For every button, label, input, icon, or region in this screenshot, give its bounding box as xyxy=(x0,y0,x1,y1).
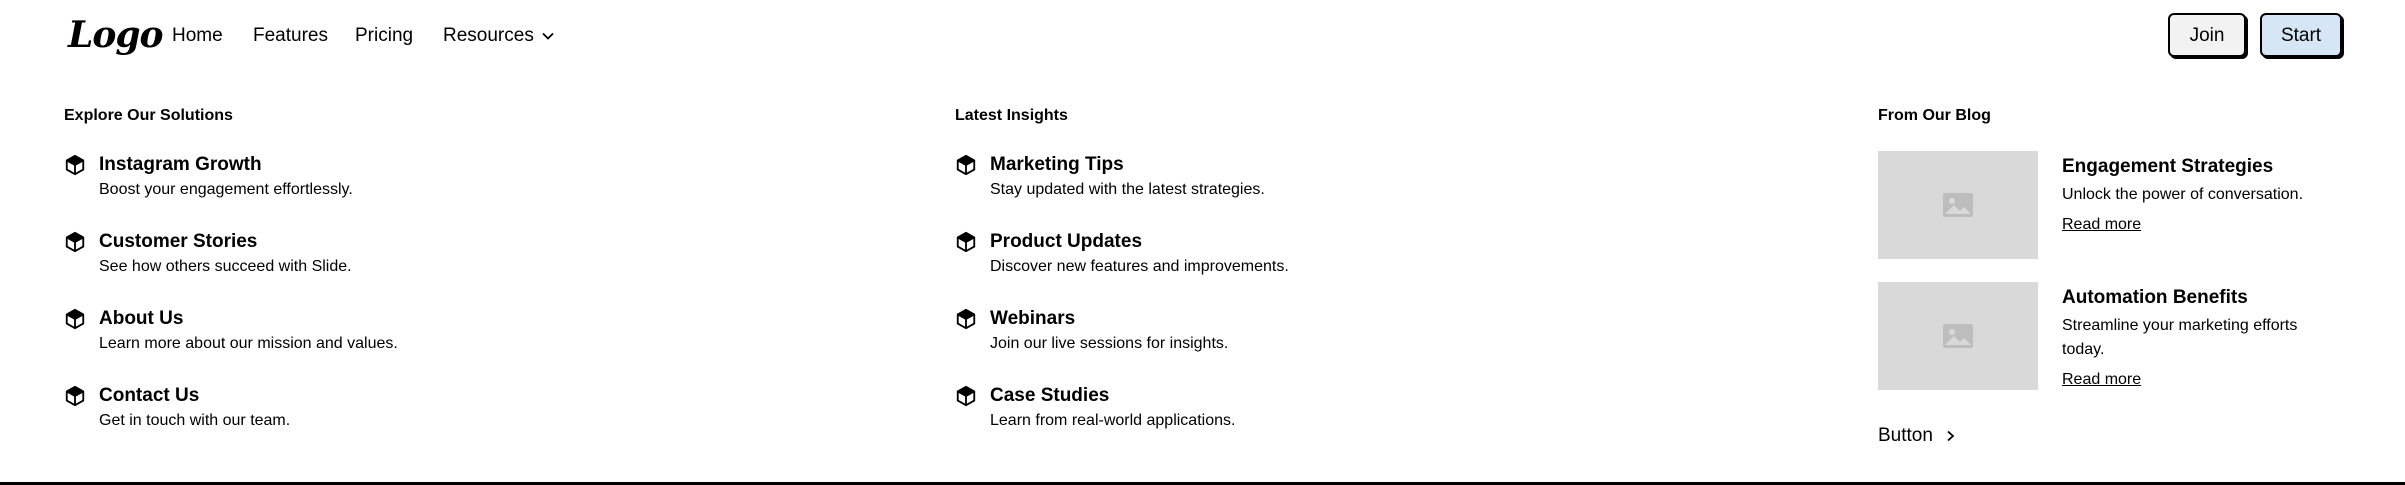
join-button[interactable]: Join xyxy=(2168,13,2246,57)
chevron-down-icon xyxy=(542,32,554,40)
menu-item-title: Product Updates xyxy=(990,231,1143,252)
menu-item-title: About Us xyxy=(99,308,184,329)
cube-icon xyxy=(65,308,85,330)
blog-button-label: Button xyxy=(1878,425,1933,446)
image-placeholder-icon xyxy=(1943,324,1973,348)
menu-item-desc: Learn more about our mission and values. xyxy=(99,335,398,352)
blog-desc: Streamline your marketing efforts today. xyxy=(2062,317,2298,358)
blog-card-automation: Automation Benefits Streamline your mark… xyxy=(1878,282,2358,390)
read-more-link[interactable]: Read more xyxy=(2062,370,2141,390)
nav-link-resources[interactable]: Resources xyxy=(443,24,556,48)
menu-item-title: Case Studies xyxy=(990,385,1110,406)
menu-item-title: Marketing Tips xyxy=(990,154,1124,175)
nav-link-resources-label: Resources xyxy=(443,25,534,46)
menu-item-title: Customer Stories xyxy=(99,231,258,252)
cube-icon xyxy=(65,385,85,407)
cube-icon xyxy=(956,154,976,176)
cube-icon xyxy=(65,154,85,176)
blog-thumbnail[interactable] xyxy=(1878,151,2038,259)
blog-thumbnail[interactable] xyxy=(1878,282,2038,390)
read-more-link[interactable]: Read more xyxy=(2062,215,2141,235)
logo[interactable]: Logo xyxy=(68,9,164,61)
from-blog-heading: From Our Blog xyxy=(1878,107,1991,124)
blog-card-engagement: Engagement Strategies Unlock the power o… xyxy=(1878,151,2358,259)
blog-title: Engagement Strategies xyxy=(2062,156,2274,177)
menu-item-desc: Stay updated with the latest strategies. xyxy=(990,181,1265,198)
menu-item-desc: Learn from real-world applications. xyxy=(990,412,1236,429)
blog-title: Automation Benefits xyxy=(2062,287,2248,308)
navbar: Logo Home Features Pricing Resources Joi… xyxy=(0,0,2405,72)
cube-icon xyxy=(956,308,976,330)
menu-item-title: Instagram Growth xyxy=(99,154,262,175)
menu-item-desc: See how others succeed with Slide. xyxy=(99,258,352,275)
menu-item-desc: Discover new features and improvements. xyxy=(990,258,1289,275)
menu-item-desc: Join our live sessions for insights. xyxy=(990,335,1229,352)
menu-item-desc: Get in touch with our team. xyxy=(99,412,291,429)
menu-item-title: Contact Us xyxy=(99,385,200,406)
nav-link-pricing[interactable]: Pricing xyxy=(355,24,413,48)
chevron-right-icon xyxy=(1947,430,1955,442)
cube-icon xyxy=(956,231,976,253)
cube-icon xyxy=(65,231,85,253)
menu-item-desc: Boost your engagement effortlessly. xyxy=(99,181,353,198)
nav-link-home[interactable]: Home xyxy=(172,24,223,48)
explore-solutions-heading: Explore Our Solutions xyxy=(64,107,233,124)
start-button[interactable]: Start xyxy=(2260,13,2342,57)
cube-icon xyxy=(956,385,976,407)
menu-item-title: Webinars xyxy=(990,308,1076,329)
image-placeholder-icon xyxy=(1943,193,1973,217)
blog-button[interactable]: Button xyxy=(1878,424,1957,448)
blog-desc: Unlock the power of conversation. xyxy=(2062,186,2304,203)
nav-link-features[interactable]: Features xyxy=(253,24,328,48)
latest-insights-heading: Latest Insights xyxy=(955,107,1068,124)
